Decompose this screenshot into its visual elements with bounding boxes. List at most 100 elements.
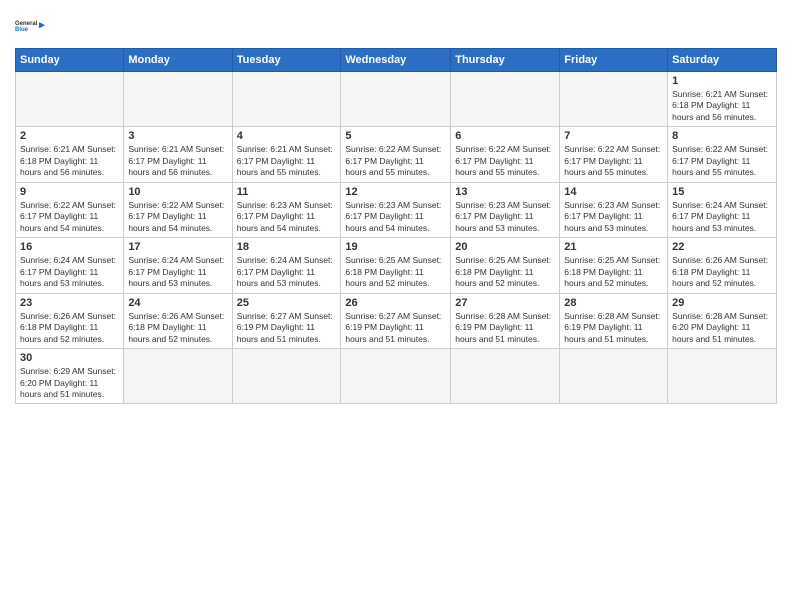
day-info: Sunrise: 6:23 AM Sunset: 6:17 PM Dayligh… xyxy=(345,200,446,234)
day-cell xyxy=(668,349,777,404)
day-number: 20 xyxy=(455,241,555,253)
day-number: 25 xyxy=(237,297,337,309)
day-cell xyxy=(451,349,560,404)
day-number: 13 xyxy=(455,186,555,198)
day-number: 4 xyxy=(237,130,337,142)
logo: GeneralBlue xyxy=(15,10,47,42)
day-cell: 5 Sunrise: 6:22 AM Sunset: 6:17 PM Daylig… xyxy=(341,127,451,182)
day-number: 6 xyxy=(455,130,555,142)
day-cell: 26 Sunrise: 6:27 AM Sunset: 6:19 PM Dayli… xyxy=(341,293,451,348)
day-info: Sunrise: 6:22 AM Sunset: 6:17 PM Dayligh… xyxy=(564,144,663,178)
day-cell xyxy=(341,72,451,127)
day-cell: 18 Sunrise: 6:24 AM Sunset: 6:17 PM Dayli… xyxy=(232,238,341,293)
day-number: 29 xyxy=(672,297,772,309)
day-cell xyxy=(124,349,232,404)
day-number: 22 xyxy=(672,241,772,253)
day-cell: 16 Sunrise: 6:24 AM Sunset: 6:17 PM Dayli… xyxy=(16,238,124,293)
col-header-saturday: Saturday xyxy=(668,49,777,72)
day-number: 14 xyxy=(564,186,663,198)
week-row-5: 30 Sunrise: 6:29 AM Sunset: 6:20 PM Dayli… xyxy=(16,349,777,404)
day-cell xyxy=(124,72,232,127)
day-cell xyxy=(16,72,124,127)
day-number: 27 xyxy=(455,297,555,309)
day-cell xyxy=(341,349,451,404)
day-info: Sunrise: 6:21 AM Sunset: 6:17 PM Dayligh… xyxy=(128,144,227,178)
day-info: Sunrise: 6:25 AM Sunset: 6:18 PM Dayligh… xyxy=(345,255,446,289)
col-header-wednesday: Wednesday xyxy=(341,49,451,72)
day-cell xyxy=(451,72,560,127)
day-cell xyxy=(560,72,668,127)
day-cell: 2Sunrise: 6:21 AM Sunset: 6:18 PM Daylig… xyxy=(16,127,124,182)
day-cell xyxy=(560,349,668,404)
logo-icon: GeneralBlue xyxy=(15,10,47,42)
day-number: 17 xyxy=(128,241,227,253)
day-cell: 28 Sunrise: 6:28 AM Sunset: 6:19 PM Dayli… xyxy=(560,293,668,348)
week-row-2: 9 Sunrise: 6:22 AM Sunset: 6:17 PM Daylig… xyxy=(16,182,777,237)
day-number: 10 xyxy=(128,186,227,198)
day-cell: 3 Sunrise: 6:21 AM Sunset: 6:17 PM Daylig… xyxy=(124,127,232,182)
day-info: Sunrise: 6:23 AM Sunset: 6:17 PM Dayligh… xyxy=(455,200,555,234)
page: GeneralBlue SundayMondayTuesdayWednesday… xyxy=(0,0,792,612)
day-info: Sunrise: 6:28 AM Sunset: 6:19 PM Dayligh… xyxy=(564,311,663,345)
day-cell: 4 Sunrise: 6:21 AM Sunset: 6:17 PM Daylig… xyxy=(232,127,341,182)
col-header-sunday: Sunday xyxy=(16,49,124,72)
day-number: 30 xyxy=(20,352,119,364)
day-cell: 12 Sunrise: 6:23 AM Sunset: 6:17 PM Dayli… xyxy=(341,182,451,237)
day-number: 21 xyxy=(564,241,663,253)
day-number: 9 xyxy=(20,186,119,198)
day-cell: 13 Sunrise: 6:23 AM Sunset: 6:17 PM Dayli… xyxy=(451,182,560,237)
day-number: 5 xyxy=(345,130,446,142)
day-cell: 24Sunrise: 6:26 AM Sunset: 6:18 PM Dayli… xyxy=(124,293,232,348)
day-number: 26 xyxy=(345,297,446,309)
day-info: Sunrise: 6:27 AM Sunset: 6:19 PM Dayligh… xyxy=(237,311,337,345)
day-info: Sunrise: 6:22 AM Sunset: 6:17 PM Dayligh… xyxy=(128,200,227,234)
day-cell: 17Sunrise: 6:24 AM Sunset: 6:17 PM Dayli… xyxy=(124,238,232,293)
day-cell: 20 Sunrise: 6:25 AM Sunset: 6:18 PM Dayli… xyxy=(451,238,560,293)
header: GeneralBlue xyxy=(15,10,777,42)
day-number: 23 xyxy=(20,297,119,309)
day-info: Sunrise: 6:26 AM Sunset: 6:18 PM Dayligh… xyxy=(128,311,227,345)
day-number: 28 xyxy=(564,297,663,309)
day-number: 11 xyxy=(237,186,337,198)
day-cell: 14Sunrise: 6:23 AM Sunset: 6:17 PM Dayli… xyxy=(560,182,668,237)
day-number: 12 xyxy=(345,186,446,198)
week-row-3: 16 Sunrise: 6:24 AM Sunset: 6:17 PM Dayli… xyxy=(16,238,777,293)
day-info: Sunrise: 6:26 AM Sunset: 6:18 PM Dayligh… xyxy=(672,255,772,289)
day-info: Sunrise: 6:21 AM Sunset: 6:18 PM Dayligh… xyxy=(20,144,119,178)
day-cell: 1Sunrise: 6:21 AM Sunset: 6:18 PM Daylig… xyxy=(668,72,777,127)
day-info: Sunrise: 6:24 AM Sunset: 6:17 PM Dayligh… xyxy=(20,255,119,289)
day-cell: 27 Sunrise: 6:28 AM Sunset: 6:19 PM Dayli… xyxy=(451,293,560,348)
day-info: Sunrise: 6:25 AM Sunset: 6:18 PM Dayligh… xyxy=(455,255,555,289)
day-cell: 11 Sunrise: 6:23 AM Sunset: 6:17 PM Dayli… xyxy=(232,182,341,237)
day-cell: 9 Sunrise: 6:22 AM Sunset: 6:17 PM Daylig… xyxy=(16,182,124,237)
day-cell: 10 Sunrise: 6:22 AM Sunset: 6:17 PM Dayli… xyxy=(124,182,232,237)
day-info: Sunrise: 6:27 AM Sunset: 6:19 PM Dayligh… xyxy=(345,311,446,345)
calendar-header-row: SundayMondayTuesdayWednesdayThursdayFrid… xyxy=(16,49,777,72)
day-number: 8 xyxy=(672,130,772,142)
day-info: Sunrise: 6:23 AM Sunset: 6:17 PM Dayligh… xyxy=(237,200,337,234)
col-header-friday: Friday xyxy=(560,49,668,72)
day-info: Sunrise: 6:28 AM Sunset: 6:19 PM Dayligh… xyxy=(455,311,555,345)
day-info: Sunrise: 6:22 AM Sunset: 6:17 PM Dayligh… xyxy=(345,144,446,178)
day-cell: 8 Sunrise: 6:22 AM Sunset: 6:17 PM Daylig… xyxy=(668,127,777,182)
day-info: Sunrise: 6:24 AM Sunset: 6:17 PM Dayligh… xyxy=(672,200,772,234)
day-info: Sunrise: 6:29 AM Sunset: 6:20 PM Dayligh… xyxy=(20,366,119,400)
day-info: Sunrise: 6:22 AM Sunset: 6:17 PM Dayligh… xyxy=(455,144,555,178)
day-number: 16 xyxy=(20,241,119,253)
day-info: Sunrise: 6:21 AM Sunset: 6:17 PM Dayligh… xyxy=(237,144,337,178)
day-info: Sunrise: 6:25 AM Sunset: 6:18 PM Dayligh… xyxy=(564,255,663,289)
day-number: 7 xyxy=(564,130,663,142)
day-info: Sunrise: 6:22 AM Sunset: 6:17 PM Dayligh… xyxy=(20,200,119,234)
day-cell: 29Sunrise: 6:28 AM Sunset: 6:20 PM Dayli… xyxy=(668,293,777,348)
day-cell: 6 Sunrise: 6:22 AM Sunset: 6:17 PM Daylig… xyxy=(451,127,560,182)
day-number: 19 xyxy=(345,241,446,253)
day-cell xyxy=(232,349,341,404)
day-cell: 21 Sunrise: 6:25 AM Sunset: 6:18 PM Dayli… xyxy=(560,238,668,293)
day-number: 3 xyxy=(128,130,227,142)
day-info: Sunrise: 6:24 AM Sunset: 6:17 PM Dayligh… xyxy=(237,255,337,289)
week-row-0: 1Sunrise: 6:21 AM Sunset: 6:18 PM Daylig… xyxy=(16,72,777,127)
day-number: 18 xyxy=(237,241,337,253)
day-info: Sunrise: 6:22 AM Sunset: 6:17 PM Dayligh… xyxy=(672,144,772,178)
day-info: Sunrise: 6:21 AM Sunset: 6:18 PM Dayligh… xyxy=(672,89,772,123)
day-cell: 23Sunrise: 6:26 AM Sunset: 6:18 PM Dayli… xyxy=(16,293,124,348)
